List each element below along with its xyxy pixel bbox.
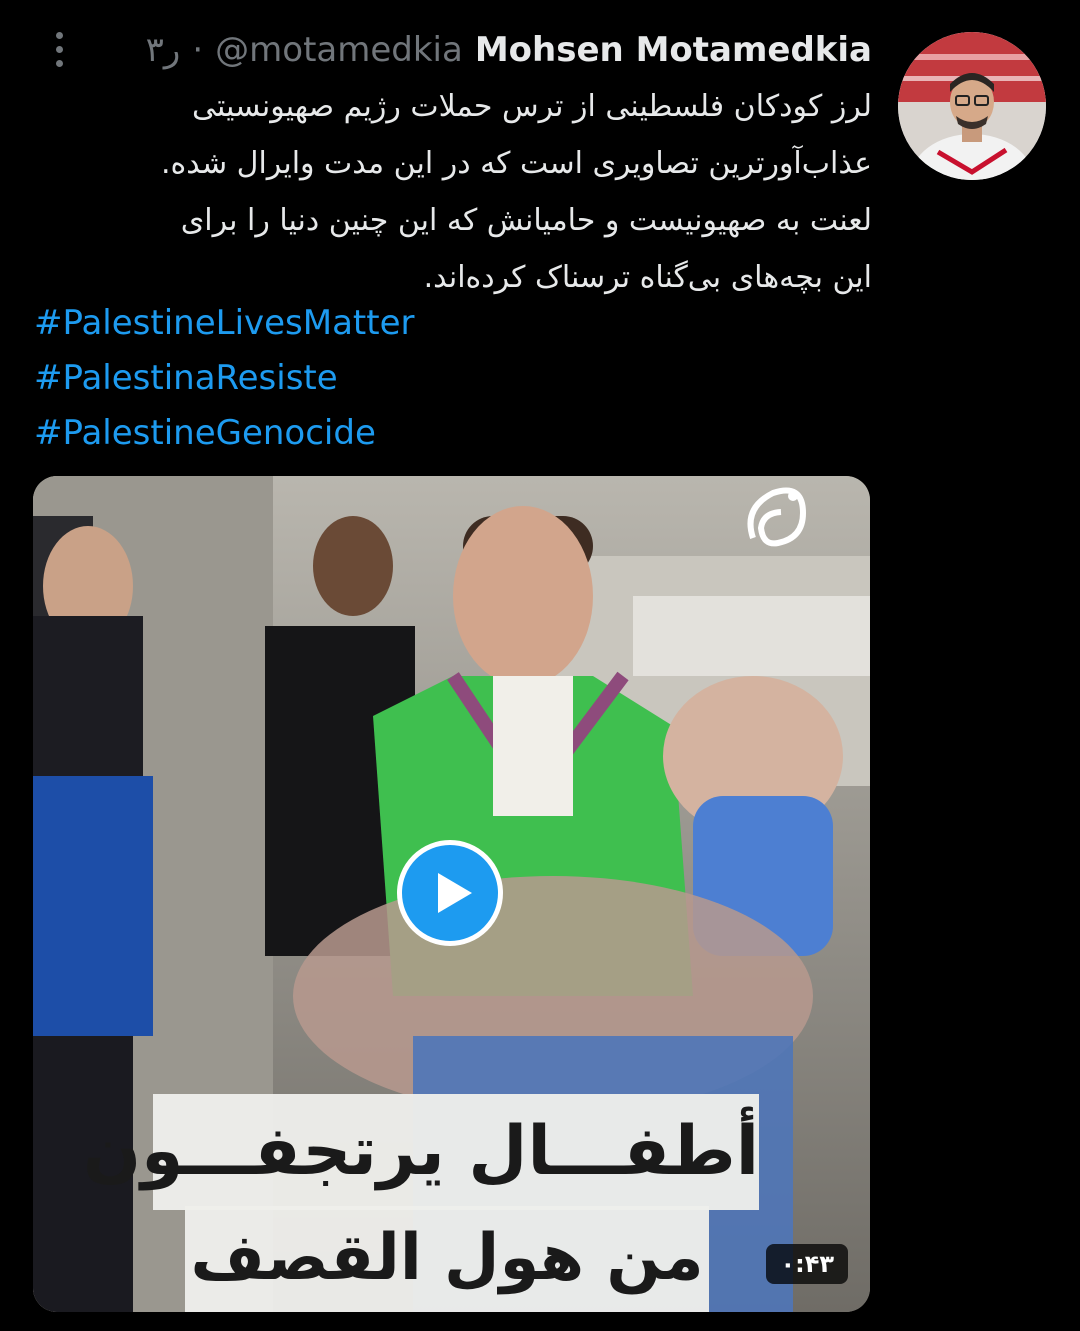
video-duration-badge: ۰:۴۳ xyxy=(766,1244,848,1284)
hashtag-link[interactable]: #PalestineLivesMatter xyxy=(34,296,854,351)
hashtag-list: #PalestineLivesMatter #PalestinaResiste … xyxy=(34,296,854,461)
play-button[interactable] xyxy=(397,840,503,946)
author-line: ۳ر · @motamedkia Mohsen Motamedkia xyxy=(146,22,872,78)
channel-logo-icon xyxy=(733,478,823,558)
tweet[interactable]: ۳ر · @motamedkia Mohsen Motamedkia لرز ک… xyxy=(0,0,1080,1331)
video-caption-line-1: أطفـــال يرتجفـــون xyxy=(83,1094,759,1210)
hashtag-link[interactable]: #PalestinaResiste xyxy=(34,351,854,406)
tweet-header: ۳ر · @motamedkia Mohsen Motamedkia xyxy=(40,22,872,78)
avatar[interactable] xyxy=(898,32,1046,180)
tweet-text: لرز کودکان فلسطینی از ترس حملات رژیم صهی… xyxy=(40,78,872,306)
tweet-text-line: لرز کودکان فلسطینی از ترس حملات رژیم صهی… xyxy=(191,89,872,124)
hashtag-link[interactable]: #PalestineGenocide xyxy=(34,406,854,461)
tweet-text-line: لعنت به صهیونیست و حامیانش که این چنین د… xyxy=(180,203,872,238)
video-player[interactable]: أطفـــال يرتجفـــون من هول القصف ۰:۴۳ xyxy=(33,476,870,1312)
play-icon xyxy=(438,873,472,913)
avatar-image xyxy=(898,32,1046,180)
video-caption-line-2: من هول القصف xyxy=(185,1206,709,1312)
separator-dot: · xyxy=(192,30,204,70)
tweet-text-line: عذاب‌آورترین تصاویری است که در این مدت و… xyxy=(160,146,872,181)
more-vertical-icon[interactable] xyxy=(46,28,70,72)
author-handle[interactable]: @motamedkia xyxy=(215,30,463,70)
author-name[interactable]: Mohsen Motamedkia xyxy=(475,30,872,70)
timestamp[interactable]: ۳ر xyxy=(146,30,181,70)
